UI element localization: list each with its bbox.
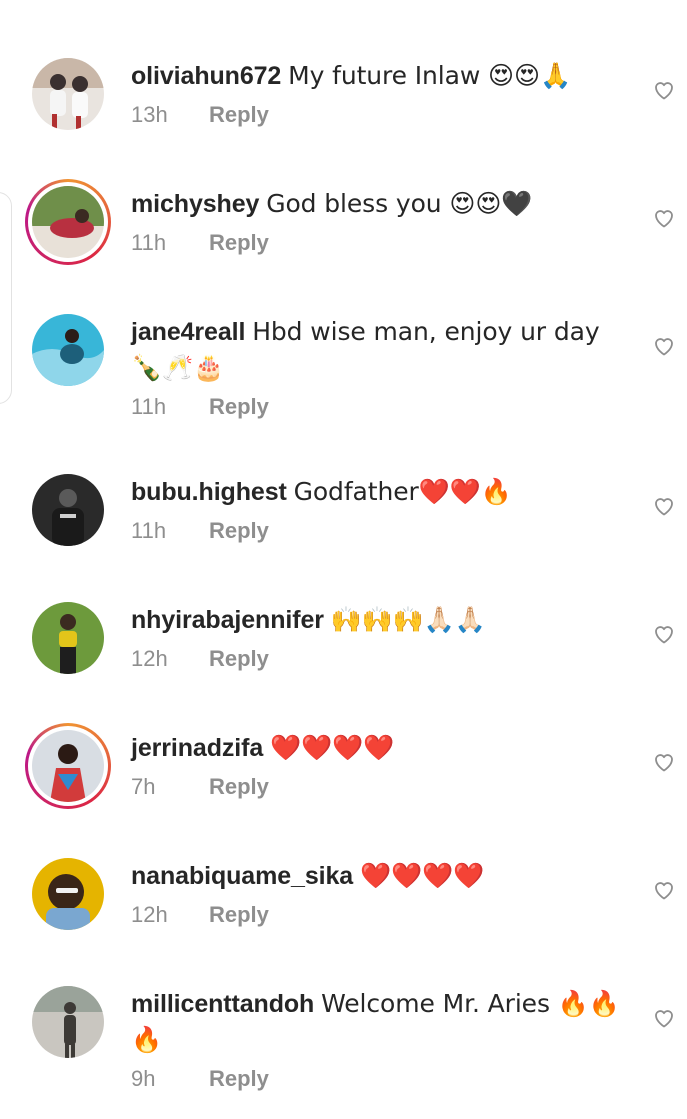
avatar[interactable]: [32, 58, 104, 130]
comment-time: 12h: [131, 646, 168, 671]
comment-time: 12h: [131, 902, 168, 927]
side-sheet-edge: [0, 192, 12, 404]
like-heart-icon[interactable]: [652, 622, 676, 646]
comment-username[interactable]: nhyirabajennifer: [131, 606, 324, 634]
comment-text: Godfather❤️❤️🔥: [293, 477, 512, 506]
comment-username[interactable]: bubu.highest: [131, 478, 287, 506]
comment-username[interactable]: michyshey: [131, 190, 259, 218]
avatar[interactable]: [25, 723, 111, 809]
like-heart-icon[interactable]: [652, 78, 676, 102]
avatar[interactable]: [32, 474, 104, 546]
comment-time: 7h: [131, 774, 156, 799]
comment-text: God bless you 😍😍🖤: [266, 189, 533, 218]
like-heart-icon[interactable]: [652, 494, 676, 518]
comment-time: 11h: [131, 230, 167, 255]
reply-button[interactable]: Reply: [209, 102, 269, 127]
like-heart-icon[interactable]: [652, 1006, 676, 1030]
avatar[interactable]: [25, 179, 111, 265]
like-heart-icon[interactable]: [652, 878, 676, 902]
comment-text: My future Inlaw 😍😍🙏: [288, 61, 571, 90]
reply-button[interactable]: Reply: [209, 902, 269, 927]
like-heart-icon[interactable]: [652, 750, 676, 774]
avatar[interactable]: [32, 986, 104, 1058]
comment-text: ❤️❤️❤️❤️: [359, 861, 485, 890]
comment-text: ❤️❤️❤️❤️: [270, 733, 395, 762]
comment-username[interactable]: nanabiquame_sika: [131, 862, 353, 890]
comment-time: 13h: [131, 102, 168, 127]
comment-username[interactable]: millicenttandoh: [131, 990, 314, 1018]
comment-username[interactable]: jerrinadzifa: [131, 734, 263, 762]
reply-button[interactable]: Reply: [209, 646, 269, 671]
avatar[interactable]: [32, 314, 104, 386]
reply-button[interactable]: Reply: [209, 774, 269, 799]
comment-username[interactable]: jane4reall: [131, 318, 245, 346]
reply-button[interactable]: Reply: [209, 1066, 269, 1091]
comment-time: 11h: [131, 518, 167, 543]
like-heart-icon[interactable]: [652, 334, 676, 358]
comment-username[interactable]: oliviahun672: [131, 62, 281, 90]
reply-button[interactable]: Reply: [209, 518, 269, 543]
avatar[interactable]: [32, 858, 104, 930]
comment-time: 9h: [131, 1066, 156, 1091]
reply-button[interactable]: Reply: [209, 230, 269, 255]
reply-button[interactable]: Reply: [209, 394, 269, 419]
comment-time: 11h: [131, 394, 167, 419]
comment-text: 🙌🙌🙌🙏🏻🙏🏻: [330, 605, 486, 634]
like-heart-icon[interactable]: [652, 206, 676, 230]
avatar[interactable]: [32, 602, 104, 674]
